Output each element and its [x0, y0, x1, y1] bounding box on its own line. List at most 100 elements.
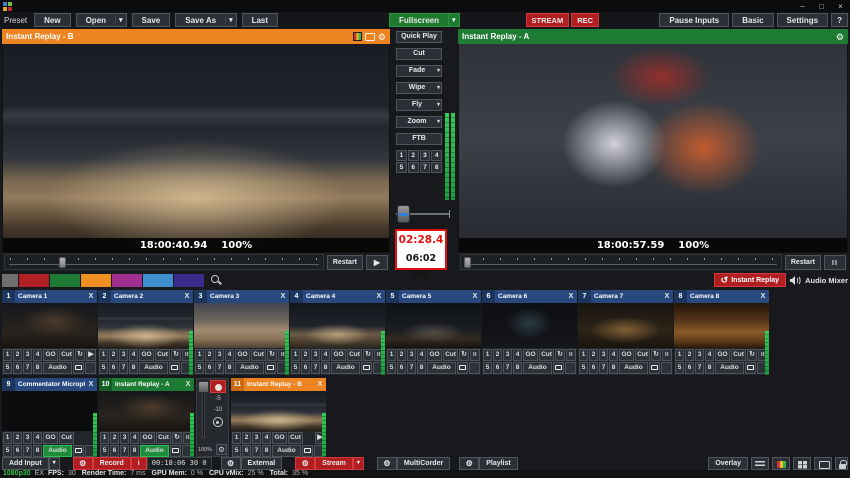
overlay-6-button[interactable]: 6 [397, 362, 406, 374]
help-button[interactable]: ? [831, 13, 848, 27]
stream-settings-gear-icon[interactable]: ⚙ [295, 457, 315, 470]
play-pause-icon[interactable]: II [470, 349, 480, 361]
overlay-7-button[interactable]: 7 [23, 362, 32, 374]
overlay-7-button[interactable]: 7 [119, 362, 128, 374]
input-tile-header[interactable]: 5 Camera 5 X [386, 290, 481, 303]
overlay-6-button[interactable]: 6 [589, 362, 598, 374]
overlay-2-button[interactable]: 2 [13, 432, 22, 444]
overlay-1-button[interactable]: 1 [483, 349, 492, 361]
input-thumbnail[interactable] [99, 391, 194, 431]
stinger-1[interactable]: 1 [396, 150, 407, 161]
audio-mixer-button[interactable]: Audio Mixer [805, 276, 848, 285]
input-tile-3[interactable]: 3 Camera 3 X 1 2 3 4 GO Cut ↻ II 5 6 7 8… [194, 290, 289, 375]
program-video[interactable]: 18:00:57.59 100% [458, 44, 848, 253]
overlay-4-button[interactable]: 4 [129, 349, 138, 361]
overlay-2-button[interactable]: 2 [13, 349, 22, 361]
audio-toggle-button[interactable]: Audio [235, 362, 264, 374]
record-settings-gear-icon[interactable]: ⚙ [73, 457, 93, 470]
stinger-2[interactable]: 2 [408, 150, 419, 161]
fullscreen-monitor-button[interactable] [745, 362, 756, 374]
overlay-3-button[interactable]: 3 [119, 349, 128, 361]
overlay-5-button[interactable]: 5 [232, 445, 241, 457]
overlay-5-button[interactable]: 5 [195, 362, 204, 374]
overlay-3-button[interactable]: 3 [503, 349, 512, 361]
transition-tbar[interactable] [396, 205, 450, 223]
cut-button[interactable]: Cut [59, 432, 74, 444]
last-button[interactable]: Last [242, 13, 278, 27]
stinger-3[interactable]: 3 [420, 150, 431, 161]
color-swatch[interactable] [81, 274, 111, 287]
overlay-6-button[interactable]: 6 [493, 362, 502, 374]
overlay-6-button[interactable]: 6 [685, 362, 694, 374]
play-pause-icon[interactable]: II [566, 349, 576, 361]
overlay-6-button[interactable]: 6 [109, 362, 118, 374]
stream-toggle-button[interactable]: STREAM [526, 13, 570, 27]
master-record-button[interactable] [210, 380, 226, 393]
fullscreen-monitor-button[interactable] [73, 362, 84, 374]
record-info-button[interactable]: i [131, 457, 147, 470]
overlay-6-button[interactable]: 6 [13, 445, 22, 457]
cut-button[interactable]: Cut [156, 432, 171, 444]
input-tile-header[interactable]: 6 Camera 6 X [482, 290, 577, 303]
loop-icon[interactable]: ↻ [747, 349, 757, 361]
overlay-2-button[interactable]: 2 [397, 349, 406, 361]
fullscreen-monitor-button[interactable] [265, 362, 276, 374]
close-input-button[interactable]: X [314, 381, 326, 388]
loop-icon[interactable] [75, 432, 85, 444]
playlist-button[interactable]: Playlist [479, 457, 518, 470]
overlay-4-button[interactable]: 4 [225, 349, 234, 361]
fullscreen-button[interactable]: Fullscreen [389, 13, 448, 27]
open-dropdown-arrow[interactable]: ▾ [115, 13, 127, 27]
preview-video[interactable]: 18:00:40.94 100% [2, 44, 390, 253]
audio-toggle-button[interactable]: Audio [43, 362, 72, 374]
go-button[interactable]: GO [139, 349, 154, 361]
overlay-4-button[interactable]: 4 [321, 349, 330, 361]
cut-button[interactable]: Cut [635, 349, 650, 361]
overlay-2-button[interactable]: 2 [685, 349, 694, 361]
overlay-4-button[interactable]: 4 [33, 432, 42, 444]
audio-toggle-button[interactable]: Audio [139, 362, 168, 374]
close-input-button[interactable]: X [181, 293, 193, 300]
input-tile-6[interactable]: 6 Camera 6 X 1 2 3 4 GO Cut ↻ II 5 6 7 8… [482, 290, 577, 375]
go-button[interactable]: GO [272, 432, 287, 444]
overlay-4-button[interactable]: 4 [417, 349, 426, 361]
overlay-1-button[interactable]: 1 [195, 349, 204, 361]
input-thumbnail[interactable] [290, 303, 385, 348]
program-scrub-handle[interactable] [464, 257, 471, 268]
external-display-icon[interactable] [814, 457, 832, 470]
overlay-5-button[interactable]: 5 [675, 362, 684, 374]
overlay-3-button[interactable]: 3 [23, 432, 32, 444]
close-input-button[interactable]: X [85, 293, 97, 300]
overlay-8-button[interactable]: 8 [609, 362, 618, 374]
quick-play-button[interactable]: Quick Play [396, 31, 442, 43]
loop-icon[interactable]: ↻ [172, 432, 182, 444]
overlay-3-button[interactable]: 3 [407, 349, 416, 361]
input-tile-8[interactable]: 8 Camera 8 X 1 2 3 4 GO Cut ↻ II 5 6 7 8… [674, 290, 769, 375]
overlay-3-button[interactable]: 3 [120, 432, 129, 444]
audio-toggle-button[interactable]: Audio [619, 362, 648, 374]
input-tile-4[interactable]: 4 Camera 4 X 1 2 3 4 GO Cut ↻ II 5 6 7 8… [290, 290, 385, 375]
save-as-button[interactable]: Save As [175, 13, 225, 27]
overlay-button[interactable]: Overlay [708, 457, 748, 470]
preview-play-button[interactable]: ▶ [366, 255, 388, 270]
overlay-7-button[interactable]: 7 [215, 362, 224, 374]
overlay-5-button[interactable]: 5 [100, 445, 109, 457]
loop-icon[interactable]: ↻ [75, 349, 85, 361]
overlay-8-button[interactable]: 8 [130, 445, 139, 457]
overlay-8-button[interactable]: 8 [33, 362, 42, 374]
overlay-1-button[interactable]: 1 [3, 349, 12, 361]
audio-meters-icon[interactable] [772, 457, 790, 470]
tbar-handle[interactable] [397, 205, 410, 223]
play-pause-icon[interactable]: ▶ [86, 349, 96, 361]
fullscreen-monitor-button[interactable] [361, 362, 372, 374]
open-button[interactable]: Open [76, 13, 115, 27]
basic-button[interactable]: Basic [732, 13, 773, 27]
cut-button[interactable]: Cut [731, 349, 746, 361]
overlay-8-button[interactable]: 8 [417, 362, 426, 374]
color-swatch[interactable] [143, 274, 173, 287]
close-button[interactable]: × [831, 1, 850, 12]
go-button[interactable]: GO [715, 349, 730, 361]
input-settings-gear-icon[interactable] [85, 362, 96, 374]
audio-toggle-button[interactable]: Audio [140, 445, 169, 457]
overlay-1-button[interactable]: 1 [100, 432, 109, 444]
